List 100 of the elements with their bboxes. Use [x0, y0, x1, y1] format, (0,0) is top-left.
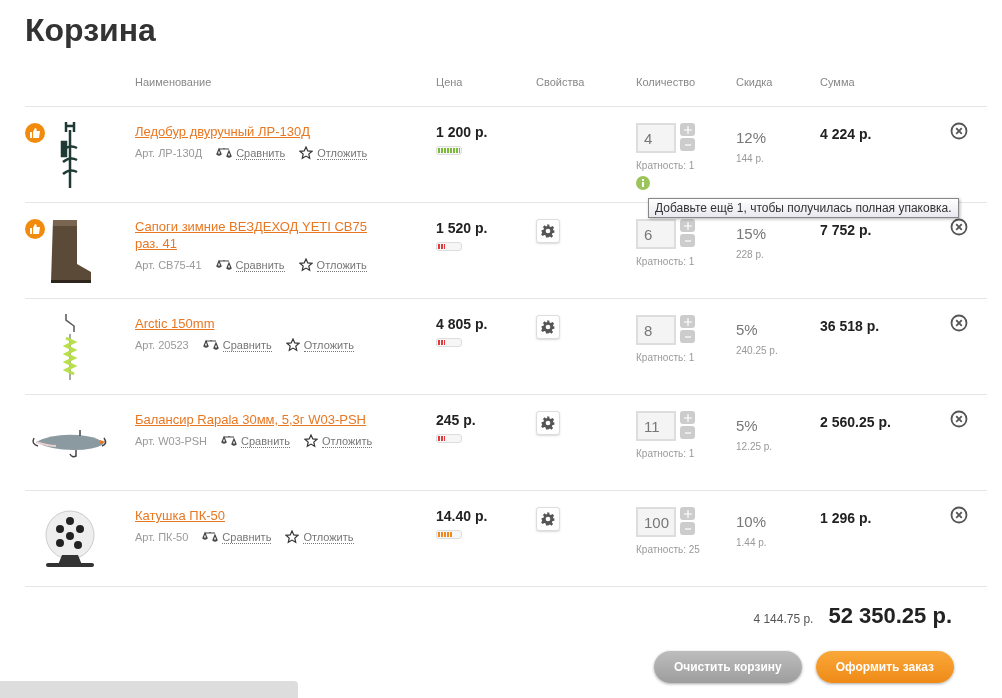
article-number: Арт. СВ75-41: [135, 259, 202, 271]
price: 14.40 р.: [436, 508, 489, 524]
discount-percent: 5%: [736, 321, 759, 338]
line-total: 36 518 р.: [820, 318, 881, 334]
save-for-later-link[interactable]: Отложить: [303, 338, 354, 352]
article-number: Арт. W03-PSH: [135, 435, 208, 447]
close-icon: [950, 122, 968, 140]
plus-icon: [683, 413, 692, 422]
increase-button[interactable]: [680, 123, 695, 136]
remove-button[interactable]: [950, 314, 968, 332]
column-header: Скидка: [736, 76, 774, 90]
order-total: 52 350.25 р.: [828, 603, 952, 629]
decrease-button[interactable]: [680, 138, 695, 151]
save-for-later-link[interactable]: Отложить: [317, 146, 368, 160]
increase-button[interactable]: [680, 507, 695, 520]
price: 1 200 р.: [436, 124, 489, 140]
page-title: Корзина: [25, 11, 157, 50]
article-number: Арт. ЛР-130Д: [135, 147, 203, 159]
remove-button[interactable]: [950, 218, 968, 236]
plus-icon: [683, 509, 692, 518]
product-link[interactable]: Балансир Rapala 30мм, 5,3г W03-PSH: [135, 411, 366, 428]
compare-link[interactable]: Сравнить: [222, 530, 272, 544]
multiplicity-label: Кратность: 1: [636, 448, 696, 459]
quantity-field[interactable]: 11: [636, 411, 676, 441]
decrease-button[interactable]: [680, 522, 695, 535]
checkout-button[interactable]: Оформить заказ: [815, 651, 954, 683]
discount-percent: 10%: [736, 513, 768, 530]
discount-amount: 1.44 р.: [736, 537, 768, 548]
clear-cart-button[interactable]: Очистить корзину: [653, 651, 802, 683]
quantity-field[interactable]: 4: [636, 123, 676, 153]
scales-icon: [221, 435, 238, 447]
decrease-button[interactable]: [680, 426, 695, 439]
column-header: Сумма: [820, 76, 856, 90]
scales-icon: [202, 531, 219, 543]
stock-meter: [436, 242, 462, 251]
tooltip: Добавьте ещё 1, чтобы получилась полная упаковка.: [648, 198, 959, 218]
close-icon: [950, 410, 968, 428]
total-discount: 4 144.75 р.: [753, 612, 814, 626]
scales-icon: [216, 147, 233, 159]
quantity-field[interactable]: 100: [636, 507, 676, 537]
product-link[interactable]: Сапоги зимние ВЕЗДЕХОД YETI СВ75 раз. 41: [135, 218, 385, 252]
quantity-field[interactable]: 8: [636, 315, 676, 345]
plus-icon: [683, 317, 692, 326]
product-link[interactable]: Ледобур двуручный ЛР-130Д: [135, 123, 310, 140]
column-header: Цена: [436, 76, 464, 90]
increase-button[interactable]: [680, 411, 695, 424]
multiplicity-label: Кратность: 25: [636, 544, 701, 555]
star-icon: [299, 146, 314, 160]
star-icon: [298, 258, 313, 272]
remove-button[interactable]: [950, 122, 968, 140]
gear-icon: [541, 512, 555, 526]
column-header: Количество: [636, 76, 697, 90]
info-icon[interactable]: [636, 176, 650, 190]
increase-button[interactable]: [680, 315, 695, 328]
product-link[interactable]: Arctic 150mm: [135, 315, 215, 332]
gear-icon: [541, 224, 555, 238]
properties-button[interactable]: [536, 507, 560, 531]
close-icon: [950, 218, 968, 236]
gear-icon: [541, 320, 555, 334]
scales-icon: [202, 339, 219, 351]
gear-icon: [541, 416, 555, 430]
plus-icon: [683, 125, 692, 134]
save-for-later-link[interactable]: Отложить: [303, 530, 354, 544]
properties-button[interactable]: [536, 315, 560, 339]
remove-button[interactable]: [950, 506, 968, 524]
compare-link[interactable]: Сравнить: [241, 434, 291, 448]
close-icon: [950, 506, 968, 524]
stock-meter: [436, 530, 462, 539]
increase-button[interactable]: [680, 219, 695, 232]
stock-meter: [436, 338, 462, 347]
discount-percent: 15%: [736, 225, 768, 242]
scales-icon: [215, 259, 232, 271]
multiplicity-label: Кратность: 1: [636, 160, 696, 171]
article-number: Арт. 20523: [135, 339, 189, 351]
discount-percent: 12%: [736, 129, 768, 146]
properties-button[interactable]: [536, 411, 560, 435]
star-icon: [304, 434, 319, 448]
line-total: 4 224 р.: [820, 126, 873, 142]
product-link[interactable]: Катушка ПК-50: [135, 507, 226, 524]
discount-amount: 12.25 р.: [736, 441, 774, 452]
multiplicity-label: Кратность: 1: [636, 256, 696, 267]
stock-meter: [436, 146, 462, 155]
remove-button[interactable]: [950, 410, 968, 428]
discount-amount: 240.25 р.: [736, 345, 779, 356]
save-for-later-link[interactable]: Отложить: [316, 258, 367, 272]
price: 4 805 р.: [436, 316, 489, 332]
decrease-button[interactable]: [680, 234, 695, 247]
star-icon: [285, 530, 300, 544]
compare-link[interactable]: Сравнить: [222, 338, 272, 352]
save-for-later-link[interactable]: Отложить: [322, 434, 373, 448]
column-header: Наименование: [135, 76, 213, 90]
quantity-field[interactable]: 6: [636, 219, 676, 249]
price: 1 520 р.: [436, 220, 489, 236]
compare-link[interactable]: Сравнить: [235, 258, 285, 272]
plus-icon: [683, 221, 692, 230]
compare-link[interactable]: Сравнить: [236, 146, 286, 160]
decrease-button[interactable]: [680, 330, 695, 343]
article-number: Арт. ПК-50: [135, 531, 189, 543]
properties-button[interactable]: [536, 219, 560, 243]
column-header: Свойства: [536, 76, 586, 90]
